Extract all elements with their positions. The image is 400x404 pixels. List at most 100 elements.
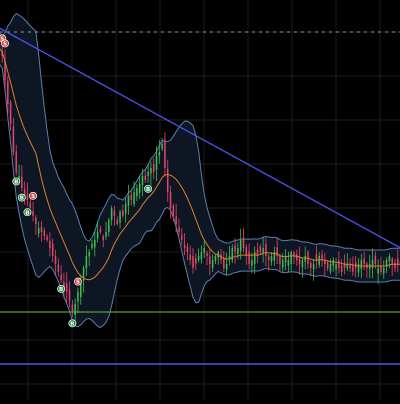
candle-up xyxy=(94,240,96,247)
candle-down xyxy=(153,164,155,172)
candle-down xyxy=(344,262,346,268)
buy-signal-marker: B xyxy=(58,285,65,293)
candle-up xyxy=(38,228,40,234)
candle-down xyxy=(52,243,54,256)
buy-signal-marker: B xyxy=(24,209,31,217)
candle-up xyxy=(212,260,214,268)
candle-up xyxy=(198,256,200,260)
candle-up xyxy=(139,184,141,193)
candle-down xyxy=(248,251,250,264)
candle-up xyxy=(318,256,320,265)
candle-down xyxy=(114,211,116,216)
candle-up xyxy=(383,268,385,274)
candle-down xyxy=(72,305,74,312)
candle-down xyxy=(66,283,68,292)
signal-marker-label: S xyxy=(3,42,7,48)
candle-down xyxy=(44,230,46,236)
candle-down xyxy=(131,195,133,200)
candle-down xyxy=(195,258,197,264)
candle-up xyxy=(119,212,121,223)
candle-down xyxy=(173,206,175,216)
candle-up xyxy=(335,264,337,270)
candle-up xyxy=(313,264,315,269)
candle-up xyxy=(302,260,304,267)
candle-up xyxy=(288,260,290,266)
candle-down xyxy=(7,81,9,104)
candle-down xyxy=(380,266,382,272)
candle-down xyxy=(223,258,225,268)
sell-signal-marker: S xyxy=(74,278,81,286)
candle-down xyxy=(279,256,281,264)
candle-up xyxy=(147,172,149,176)
candle-up xyxy=(304,256,306,262)
candle-up xyxy=(97,232,99,238)
candle-up xyxy=(86,256,88,268)
candle-down xyxy=(60,275,62,280)
sell-signal-marker: S xyxy=(1,40,8,48)
candle-down xyxy=(299,258,301,264)
candle-down xyxy=(49,241,51,248)
candle-down xyxy=(21,177,23,188)
signal-marker-label: B xyxy=(20,196,24,202)
candle-up xyxy=(150,168,152,174)
candle-down xyxy=(178,227,180,232)
buy-signal-marker: B xyxy=(13,178,20,186)
candle-down xyxy=(100,229,102,232)
candle-up xyxy=(201,252,203,259)
candle-up xyxy=(77,292,79,302)
candle-up xyxy=(226,264,228,270)
candle-up xyxy=(159,152,161,156)
candle-up xyxy=(237,248,239,254)
candle-up xyxy=(271,256,273,262)
candle-up xyxy=(282,260,284,267)
stock-chart: SSSBBBBBSB xyxy=(0,0,400,400)
buy-signal-marker: B xyxy=(144,185,151,193)
candle-up xyxy=(111,208,113,220)
candle-down xyxy=(55,256,57,264)
candle-down xyxy=(234,246,236,252)
candle-down xyxy=(394,263,396,268)
candle-up xyxy=(290,252,292,264)
candle-down xyxy=(184,245,186,248)
candle-down xyxy=(321,254,323,260)
candle-down xyxy=(327,262,329,268)
candle-down xyxy=(296,254,298,260)
candle-down xyxy=(310,263,312,268)
candle-up xyxy=(254,252,256,264)
candle-up xyxy=(361,260,363,269)
candle-down xyxy=(167,169,169,192)
candle-down xyxy=(268,257,270,260)
candle-down xyxy=(175,216,177,224)
candle-down xyxy=(32,211,34,216)
candle-up xyxy=(251,260,253,266)
candle-down xyxy=(116,220,118,224)
candle-up xyxy=(330,264,332,272)
candle-up xyxy=(389,256,391,261)
candle-down xyxy=(30,203,32,208)
candle-down xyxy=(316,254,318,260)
candle-up xyxy=(156,156,158,170)
candle-down xyxy=(341,266,343,272)
buy-signal-marker: B xyxy=(18,194,25,202)
candle-up xyxy=(203,248,205,253)
signal-marker-label: B xyxy=(14,180,18,186)
candle-down xyxy=(170,192,172,208)
candle-down xyxy=(10,102,12,124)
candle-down xyxy=(189,255,191,260)
candle-down xyxy=(352,265,354,272)
candle-down xyxy=(13,127,15,152)
candle-down xyxy=(58,264,60,272)
candle-down xyxy=(102,236,104,240)
candle-down xyxy=(375,256,377,264)
candle-down xyxy=(41,227,43,232)
candle-down xyxy=(192,256,194,268)
signal-marker-label: B xyxy=(146,187,150,193)
candle-down xyxy=(363,258,365,264)
candle-up xyxy=(333,260,335,266)
candle-up xyxy=(74,304,76,315)
candle-up xyxy=(125,204,127,213)
candle-up xyxy=(142,176,144,185)
candle-down xyxy=(397,258,399,264)
candle-up xyxy=(240,240,242,251)
candle-up xyxy=(128,196,130,206)
